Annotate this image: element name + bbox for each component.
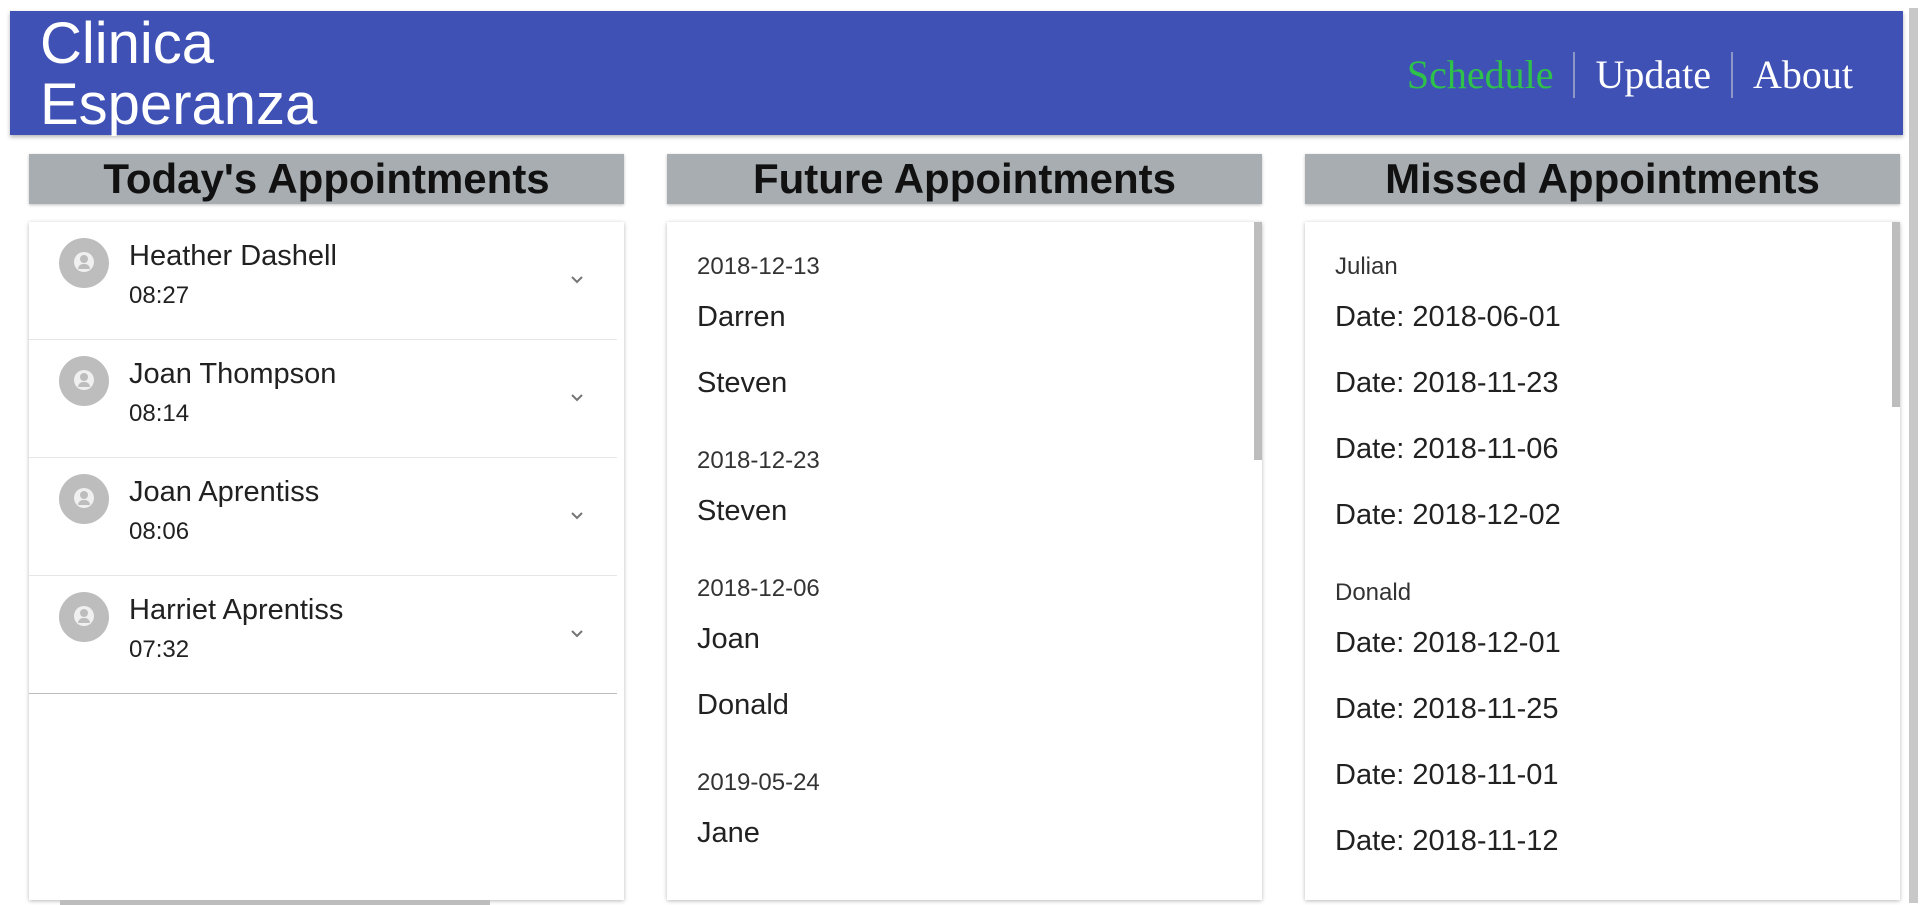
chevron-down-icon[interactable] [567, 506, 587, 526]
nav-update[interactable]: Update [1575, 51, 1731, 98]
missed-date[interactable]: Date: 2018-11-12 [1305, 808, 1900, 874]
appointment-time: 08:27 [129, 282, 190, 309]
missed-scrollbar[interactable] [1892, 222, 1900, 900]
missed-date[interactable]: Date: 2018-06-01 [1305, 284, 1900, 350]
missed-scroll-thumb[interactable] [1892, 222, 1900, 407]
nav-about[interactable]: About [1733, 51, 1873, 98]
appointment-time: 08:14 [129, 400, 190, 427]
avatar-icon [59, 474, 109, 524]
future-panel[interactable]: 2018-12-13 Darren Steven 2018-12-23 Stev… [667, 222, 1262, 900]
missed-title: Missed Appointments [1305, 154, 1900, 204]
future-patient[interactable]: Steven [667, 350, 1262, 416]
missed-patient-header: Donald [1335, 579, 1412, 606]
chevron-down-icon[interactable] [567, 270, 587, 290]
future-scroll-thumb[interactable] [1254, 222, 1262, 460]
missed-date[interactable]: Date: 2018-12-02 [1305, 482, 1900, 548]
appointment-time: 08:06 [129, 518, 190, 545]
future-patient[interactable]: Joan [667, 606, 1262, 672]
future-date-header: 2018-12-23 [697, 447, 820, 474]
missed-date[interactable]: Date: 2018-11-25 [1305, 676, 1900, 742]
missed-date[interactable]: Date: 2018-11-06 [1305, 416, 1900, 482]
future-patient[interactable]: Jane [667, 800, 1262, 866]
missed-list: Julian Date: 2018-06-01 Date: 2018-11-23… [1305, 250, 1900, 874]
appointment-name: Harriet Aprentiss [129, 594, 344, 626]
appointment-name: Joan Aprentiss [129, 476, 320, 508]
brand-title[interactable]: Clinica Esperanza [40, 13, 317, 135]
page-scroll-thumb[interactable] [1909, 8, 1918, 903]
brand-line-2: Esperanza [40, 72, 318, 137]
future-title: Future Appointments [667, 154, 1262, 204]
brand-line-1: Clinica [40, 11, 215, 76]
missed-date[interactable]: Date: 2018-11-23 [1305, 350, 1900, 416]
horizontal-scrollbar[interactable] [60, 900, 490, 905]
appointment-time: 07:32 [129, 636, 190, 663]
missed-patient-header: Julian [1335, 253, 1398, 280]
future-date-header: 2019-05-24 [697, 769, 820, 796]
future-patient[interactable]: Darren [667, 284, 1262, 350]
future-patient[interactable]: Steven [667, 478, 1262, 544]
avatar-icon [59, 592, 109, 642]
avatar-icon [59, 356, 109, 406]
appointment-item[interactable]: Joan Aprentiss 08:06 [29, 458, 617, 576]
future-scrollbar[interactable] [1254, 222, 1262, 900]
app-header: Clinica Esperanza Schedule Update About [10, 11, 1903, 135]
today-list: Heather Dashell 08:27 Joan Thompson 08:1… [29, 222, 617, 694]
missed-panel[interactable]: Julian Date: 2018-06-01 Date: 2018-11-23… [1305, 222, 1900, 900]
chevron-down-icon[interactable] [567, 388, 587, 408]
missed-date[interactable]: Date: 2018-11-01 [1305, 742, 1900, 808]
main-nav: Schedule Update About [1387, 51, 1873, 98]
page-scrollbar[interactable] [1909, 8, 1918, 903]
today-title: Today's Appointments [29, 154, 624, 204]
avatar-icon [59, 238, 109, 288]
appointment-name: Heather Dashell [129, 240, 337, 272]
appointment-name: Joan Thompson [129, 358, 337, 390]
missed-date[interactable]: Date: 2018-12-01 [1305, 610, 1900, 676]
appointment-item[interactable]: Harriet Aprentiss 07:32 [29, 576, 617, 694]
today-panel: Heather Dashell 08:27 Joan Thompson 08:1… [29, 222, 624, 900]
future-list: 2018-12-13 Darren Steven 2018-12-23 Stev… [667, 250, 1262, 866]
chevron-down-icon[interactable] [567, 624, 587, 644]
appointment-item[interactable]: Heather Dashell 08:27 [29, 222, 617, 340]
future-date-header: 2018-12-06 [697, 575, 820, 602]
future-date-header: 2018-12-13 [697, 253, 820, 280]
nav-schedule[interactable]: Schedule [1387, 51, 1574, 98]
appointment-item[interactable]: Joan Thompson 08:14 [29, 340, 617, 458]
future-patient[interactable]: Donald [667, 672, 1262, 738]
